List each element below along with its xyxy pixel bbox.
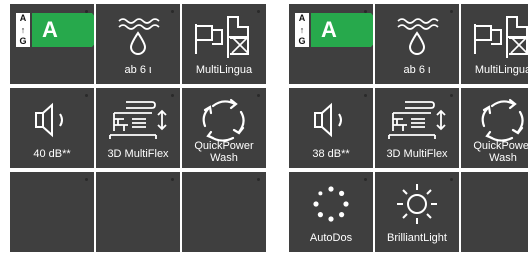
- energy-scale: A ↑ G: [295, 13, 309, 47]
- basket-drawer-icon: [96, 96, 180, 144]
- feature-tile-noise: 40 dB**: [10, 88, 94, 168]
- energy-scale-arrow: ↑: [299, 24, 305, 35]
- feature-tile-water: ab 6 ι: [96, 4, 180, 84]
- feature-label: QuickPower Wash: [473, 140, 528, 164]
- feature-label: ab 6 ι: [403, 64, 431, 76]
- dotted-circle-icon: [289, 180, 373, 228]
- speaker-icon: [10, 96, 94, 144]
- energy-rating-badge: A: [32, 13, 94, 47]
- feature-panel-right: A ↑ G A ab 6 ι MultiLingua 38 dB** 3D Multi…: [289, 4, 528, 252]
- energy-scale-top: A: [298, 13, 306, 23]
- cycle-arrows-icon: [182, 96, 266, 144]
- water-drop-icon: [375, 12, 459, 60]
- speaker-icon: [289, 96, 373, 144]
- feature-label: 38 dB**: [312, 148, 350, 160]
- energy-scale-bottom: G: [19, 36, 27, 46]
- feature-label: BrilliantLight: [387, 232, 447, 244]
- feature-label: AutoDos: [309, 232, 353, 244]
- feature-tile-brilliant: BrilliantLight: [375, 172, 459, 252]
- energy-rating-badge: A: [311, 13, 373, 47]
- feature-label: 40 dB**: [33, 148, 71, 160]
- energy-label: A ↑ G A: [16, 12, 94, 48]
- flags-icon: [182, 12, 266, 60]
- feature-tile-autodos: AutoDos: [289, 172, 373, 252]
- energy-scale-top: A: [19, 13, 27, 23]
- feature-label: QuickPower Wash: [194, 140, 254, 164]
- corner-dot: [171, 178, 174, 181]
- cycle-arrows-icon: [461, 96, 528, 144]
- energy-scale: A ↑ G: [16, 13, 30, 47]
- feature-tile-empty: [10, 172, 94, 252]
- basket-drawer-icon: [375, 96, 459, 144]
- feature-tile-quickpower: QuickPower Wash: [461, 88, 528, 168]
- feature-tile-water: ab 6 ι: [375, 4, 459, 84]
- feature-tile-multiflex: 3D MultiFlex: [96, 88, 180, 168]
- water-drop-icon: [96, 12, 180, 60]
- sun-light-icon: [375, 180, 459, 228]
- feature-tile-empty: [182, 172, 266, 252]
- feature-tile-multiflex: 3D MultiFlex: [375, 88, 459, 168]
- feature-tile-energy: A ↑ G A: [289, 4, 373, 84]
- feature-panel-left: A ↑ G A ab 6 ι MultiLingua 40 dB** 3D Multi…: [10, 4, 266, 252]
- feature-tile-energy: A ↑ G A: [10, 4, 94, 84]
- feature-tile-empty: [461, 172, 528, 252]
- corner-dot: [85, 178, 88, 181]
- feature-tile-quickpower: QuickPower Wash: [182, 88, 266, 168]
- feature-tile-noise: 38 dB**: [289, 88, 373, 168]
- feature-tile-empty: [96, 172, 180, 252]
- energy-label: A ↑ G A: [295, 12, 373, 48]
- feature-tile-language: MultiLingua: [182, 4, 266, 84]
- energy-scale-arrow: ↑: [20, 24, 26, 35]
- feature-label: ab 6 ι: [124, 64, 152, 76]
- feature-label: 3D MultiFlex: [386, 148, 448, 160]
- corner-dot: [257, 178, 260, 181]
- feature-label: MultiLingua: [195, 64, 253, 76]
- feature-label: 3D MultiFlex: [107, 148, 169, 160]
- feature-label: MultiLingua: [474, 64, 528, 76]
- flags-icon: [461, 12, 528, 60]
- energy-scale-bottom: G: [298, 36, 306, 46]
- feature-tile-language: MultiLingua: [461, 4, 528, 84]
